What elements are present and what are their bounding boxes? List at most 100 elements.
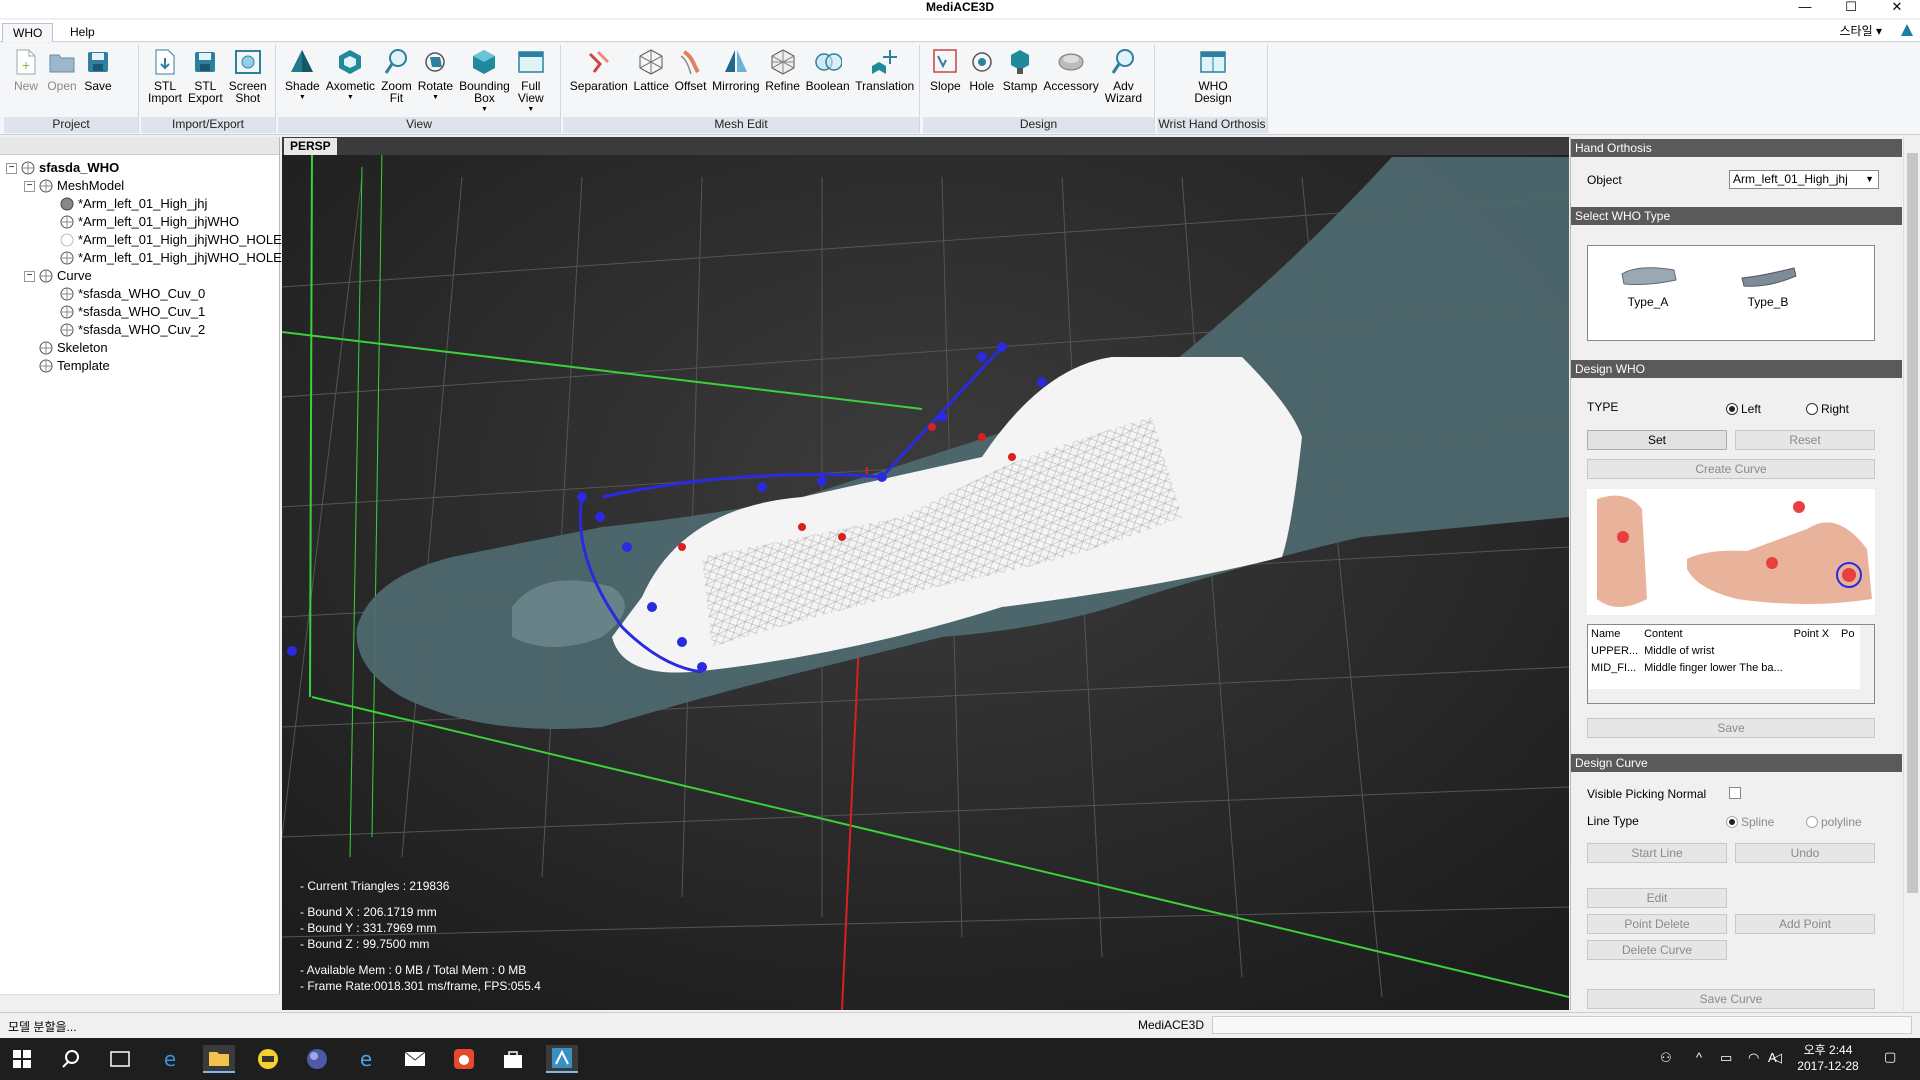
save-landmarks-button[interactable]: Save (1587, 718, 1875, 738)
object-dropdown[interactable]: Arm_left_01_High_jhj ▼ (1729, 170, 1879, 189)
tree-item-mesh[interactable]: *Arm_left_01_High_jhj (60, 195, 207, 213)
create-curve-button[interactable]: Create Curve (1587, 459, 1875, 479)
slope-button[interactable]: Slope (927, 47, 964, 117)
landmark-table[interactable]: Name Content Point X Po UPPER... Middle … (1587, 624, 1875, 704)
who-type-a-option[interactable]: Type_A (1618, 256, 1678, 309)
stl-export-button[interactable]: STL Export (185, 47, 226, 117)
refine-button[interactable]: Refine (762, 47, 802, 117)
lattice-button[interactable]: Lattice (631, 47, 672, 117)
rotate-button[interactable]: Rotate ▼ (415, 47, 456, 117)
visible-picking-checkbox[interactable] (1729, 787, 1741, 799)
axometic-button[interactable]: Axometic ▼ (323, 47, 378, 117)
tree-horizontal-scrollbar[interactable] (0, 994, 280, 1010)
polyline-radio[interactable]: polyline (1806, 815, 1862, 829)
notification-icon[interactable]: ▢ (1884, 1049, 1896, 1065)
offset-button[interactable]: Offset (672, 47, 710, 117)
tree-item-mesh[interactable]: *Arm_left_01_High_jhjWHO_HOLELat (60, 249, 300, 267)
point-delete-button[interactable]: Point Delete (1587, 914, 1727, 934)
scrollbar-thumb[interactable] (1907, 153, 1918, 893)
minimize-button[interactable]: — (1782, 0, 1828, 18)
who-type-b-option[interactable]: Type_B (1738, 256, 1798, 309)
tree-root[interactable]: − sfasda_WHO (6, 159, 119, 177)
full-view-button[interactable]: Full View ▼ (513, 47, 549, 117)
tree-item-curve-child[interactable]: *sfasda_WHO_Cuv_1 (60, 303, 205, 321)
tree-item-mesh[interactable]: *Arm_left_01_High_jhjWHO_HOLE (60, 231, 282, 249)
panel-vertical-scrollbar[interactable] (1903, 137, 1920, 1010)
mail-icon[interactable] (399, 1045, 431, 1073)
column-header[interactable]: Po (1838, 625, 1858, 642)
tree-item-skeleton[interactable]: Skeleton (39, 339, 108, 357)
zoom-fit-button[interactable]: Zoom Fit (378, 47, 415, 117)
delete-curve-button[interactable]: Delete Curve (1587, 940, 1727, 960)
left-radio[interactable]: Left (1726, 402, 1761, 416)
bounding-box-button[interactable]: Bounding Box ▼ (456, 47, 513, 117)
stl-import-button[interactable]: STL Import (145, 47, 185, 117)
hole-button[interactable]: Hole (964, 47, 1000, 117)
right-radio[interactable]: Right (1806, 402, 1849, 416)
mirroring-button[interactable]: Mirroring (709, 47, 762, 117)
add-point-button[interactable]: Add Point (1735, 914, 1875, 934)
tab-help[interactable]: Help (60, 23, 105, 42)
collapse-icon[interactable]: − (6, 162, 17, 174)
column-header[interactable]: Name (1588, 625, 1641, 642)
file-explorer-icon[interactable] (203, 1045, 235, 1073)
tree-item-curve-child[interactable]: *sfasda_WHO_Cuv_0 (60, 285, 205, 303)
table-vertical-scrollbar[interactable] (1860, 625, 1874, 689)
edit-button[interactable]: Edit (1587, 888, 1727, 908)
edge-browser-icon[interactable]: e (154, 1045, 186, 1073)
tree-item-meshmodel[interactable]: − MeshModel (24, 177, 124, 195)
open-button[interactable]: Open (44, 47, 80, 117)
column-header[interactable]: Content (1641, 625, 1791, 642)
who-design-button[interactable]: WHO Design (1191, 47, 1234, 117)
clock-date: 2017-12-28 (1797, 1059, 1859, 1073)
people-icon[interactable]: ⚇ (1660, 1050, 1672, 1066)
adv-wizard-button[interactable]: Adv Wizard (1102, 47, 1145, 117)
style-menu[interactable]: 스타일 ▾ (1840, 22, 1882, 39)
app-sphere-icon[interactable] (301, 1045, 333, 1073)
internet-explorer-icon[interactable]: e (350, 1045, 382, 1073)
table-row[interactable]: MID_FI... Middle finger lower The ba... (1588, 659, 1858, 676)
tree-item-mesh[interactable]: *Arm_left_01_High_jhjWHO (60, 213, 239, 231)
mediace3d-app-icon[interactable] (546, 1045, 578, 1073)
task-view-icon[interactable] (104, 1045, 136, 1073)
3d-viewport[interactable]: PERSP - Current Triangles : 219836 - Bou… (282, 137, 1569, 1010)
collapse-icon[interactable]: − (24, 270, 35, 282)
column-header[interactable]: Point X (1791, 625, 1838, 642)
accessory-button[interactable]: Accessory (1040, 47, 1101, 117)
windows-start-icon[interactable] (6, 1045, 38, 1073)
tab-persp[interactable]: PERSP (284, 138, 337, 155)
set-button[interactable]: Set (1587, 430, 1727, 450)
tray-chevron-up-icon[interactable]: ^ (1696, 1050, 1702, 1065)
app-red-icon[interactable] (448, 1045, 480, 1073)
boolean-button[interactable]: Boolean (803, 47, 853, 117)
app-yellow-icon[interactable] (252, 1045, 284, 1073)
start-line-button[interactable]: Start Line (1587, 843, 1727, 863)
battery-icon[interactable]: ▭ (1720, 1050, 1732, 1066)
table-row[interactable]: UPPER... Middle of wrist (1588, 642, 1858, 659)
save-curve-button[interactable]: Save Curve (1587, 989, 1875, 1009)
tree-item-template[interactable]: Template (39, 357, 110, 375)
new-button[interactable]: + New (8, 47, 44, 117)
screen-shot-button[interactable]: Screen Shot (226, 47, 270, 117)
tree-item-curve[interactable]: − Curve (24, 267, 92, 285)
ime-indicator[interactable]: A (1768, 1050, 1777, 1065)
store-icon[interactable] (497, 1045, 529, 1073)
reset-button[interactable]: Reset (1735, 430, 1875, 450)
save-button[interactable]: Save (80, 47, 116, 117)
tab-who[interactable]: WHO (2, 23, 54, 42)
clock[interactable]: 오후 2:44 2017-12-28 (1790, 1042, 1866, 1074)
translation-button[interactable]: Translation (853, 47, 918, 117)
spline-radio[interactable]: Spline (1726, 815, 1774, 829)
undo-button[interactable]: Undo (1735, 843, 1875, 863)
table-horizontal-scrollbar[interactable] (1588, 689, 1874, 703)
stamp-button[interactable]: Stamp (1000, 47, 1041, 117)
separation-button[interactable]: Separation (567, 47, 631, 117)
help-icon[interactable] (1900, 23, 1914, 37)
wifi-icon[interactable]: ◠ (1748, 1050, 1759, 1066)
shade-button[interactable]: Shade ▼ (282, 47, 323, 117)
maximize-button[interactable]: ☐ (1828, 0, 1874, 18)
tree-item-curve-child[interactable]: *sfasda_WHO_Cuv_2 (60, 321, 205, 339)
search-icon[interactable] (55, 1045, 87, 1073)
collapse-icon[interactable]: − (24, 180, 35, 192)
close-button[interactable]: ✕ (1874, 0, 1920, 18)
